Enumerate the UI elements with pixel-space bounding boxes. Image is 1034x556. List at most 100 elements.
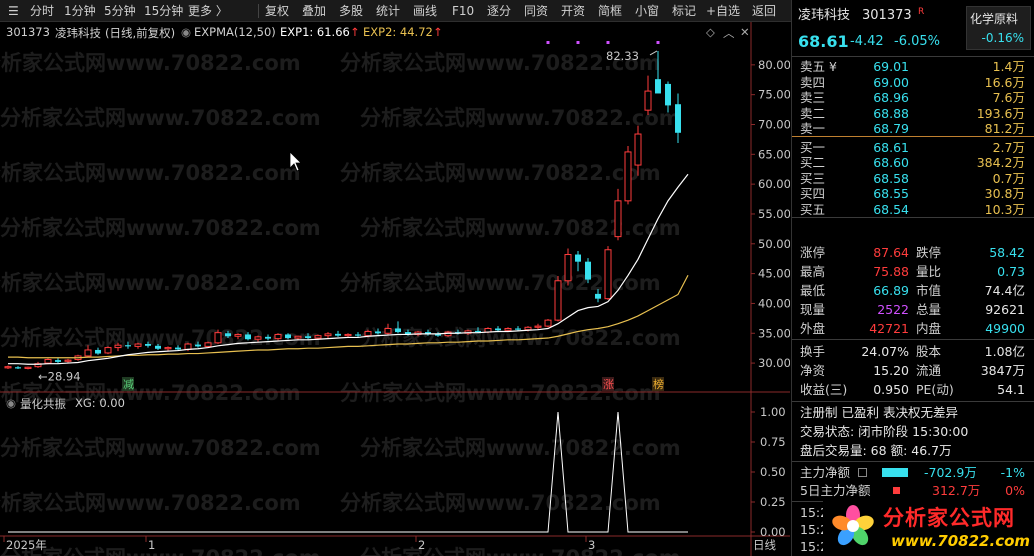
candle-body[interactable] (384, 327, 392, 334)
tab-5min[interactable]: 5分钟 (104, 0, 136, 22)
candle-body[interactable] (195, 344, 201, 347)
event-tag-bang[interactable]: 榜 (653, 377, 664, 391)
event-tag-zhang[interactable]: 涨 (603, 378, 614, 391)
candle-body[interactable] (554, 280, 562, 321)
candle-body[interactable] (254, 336, 262, 340)
candle-body[interactable] (644, 90, 652, 111)
candle-body[interactable] (305, 336, 311, 339)
candle-body[interactable] (225, 333, 231, 337)
tab-15min[interactable]: 15分钟 (144, 0, 183, 22)
btn-jiankuang[interactable]: 简框 (598, 0, 622, 22)
chevron-up-icon[interactable]: ︿ (723, 25, 735, 41)
candle-body[interactable] (375, 331, 381, 334)
candle-body[interactable] (274, 333, 282, 340)
candle-body[interactable] (585, 261, 591, 280)
candle-body[interactable] (515, 328, 521, 330)
kline-chart-svg[interactable]: 分析家公式网www.70822.com 分析家公式网www.70822.com 分析… (0, 22, 790, 556)
candle-body[interactable] (604, 249, 612, 300)
candle-body[interactable] (344, 333, 352, 337)
candle-body[interactable] (245, 334, 251, 340)
price-tick-label: 40.00 (758, 296, 790, 310)
btn-fuquan[interactable]: 复权 (265, 0, 289, 22)
candle-body[interactable] (634, 133, 642, 166)
time-axis-period[interactable]: 日线 (753, 538, 776, 552)
sub-legend-name[interactable]: 量化共振 (20, 396, 66, 412)
candle-body[interactable] (55, 360, 61, 362)
candle-body[interactable] (475, 330, 481, 333)
candle-body[interactable] (544, 319, 552, 327)
logo-url: www.70822.com (891, 532, 1031, 550)
toolbar-menu-icon[interactable]: ☰ (8, 0, 19, 22)
candle-body[interactable] (504, 327, 512, 331)
tab-1min[interactable]: 1分钟 (64, 0, 96, 22)
price-change-pct: -6.05% (894, 34, 940, 49)
candle-body[interactable] (234, 333, 242, 337)
candle-body[interactable] (175, 347, 181, 350)
btn-tongji[interactable]: 统计 (376, 0, 400, 22)
candle-body[interactable] (614, 200, 622, 238)
candle-body[interactable] (134, 343, 142, 347)
candle-body[interactable] (324, 333, 332, 337)
candle-body[interactable] (285, 334, 291, 339)
btn-huaxian[interactable]: 画线 (413, 0, 437, 22)
candle-body[interactable] (24, 366, 32, 369)
candle-body[interactable] (214, 332, 222, 344)
legend-settings-icon[interactable]: ◉ (181, 25, 191, 39)
stats-row: 净资 15.20 流通 3847万 (800, 363, 1025, 378)
candle-body[interactable] (44, 359, 52, 364)
btn-kaizi[interactable]: 开资 (561, 0, 585, 22)
candle-body[interactable] (95, 349, 101, 354)
candle-body[interactable] (204, 342, 212, 347)
legend-period[interactable]: (日线,前复权) (105, 25, 175, 41)
candle-body[interactable] (184, 343, 192, 350)
main-flow-detail-icon[interactable] (858, 468, 867, 477)
btn-diejia[interactable]: 叠加 (302, 0, 326, 22)
candle-body[interactable] (294, 335, 302, 339)
candle-body[interactable] (675, 104, 681, 133)
candle-body[interactable] (335, 333, 341, 336)
btn-add-watchlist[interactable]: +自选 (706, 0, 740, 22)
event-tag-jian[interactable]: 减 (123, 378, 134, 391)
candle-body[interactable] (364, 330, 372, 337)
candle-body[interactable] (84, 349, 92, 357)
candle-body[interactable] (624, 151, 632, 202)
btn-tongzi[interactable]: 同资 (524, 0, 548, 22)
candle-body[interactable] (125, 345, 131, 347)
kline-chart-area[interactable]: 分析家公式网www.70822.com 分析家公式网www.70822.com 分析… (0, 22, 790, 556)
candle-body[interactable] (15, 367, 21, 369)
candle-body[interactable] (575, 254, 581, 262)
btn-back[interactable]: 返回 (752, 0, 776, 22)
tab-more[interactable]: 更多 〉 (188, 0, 228, 22)
candle-body[interactable] (4, 366, 12, 369)
price-row: 68.61 -4.42 -6.05% (792, 32, 1034, 54)
candle-body[interactable] (495, 328, 501, 331)
candle-body[interactable] (395, 328, 401, 333)
btn-f10[interactable]: F10 (452, 0, 474, 22)
main-flow-row[interactable]: 主力净额 -702.9万 -1% (792, 463, 1034, 482)
sub-tick-label: 0.25 (760, 495, 786, 509)
btn-zhufen[interactable]: 逐分 (487, 0, 511, 22)
close-icon[interactable]: ✕ (740, 25, 750, 39)
candle-body[interactable] (524, 326, 532, 331)
candle-body[interactable] (164, 347, 172, 350)
candle-body[interactable] (155, 345, 161, 349)
tab-fenshi[interactable]: 分时 (30, 0, 54, 22)
candle-body[interactable] (534, 325, 542, 328)
candle-body[interactable] (104, 347, 112, 354)
candle-body[interactable] (655, 79, 661, 94)
sub-settings-icon[interactable]: ◉ (6, 396, 16, 410)
diamond-icon[interactable]: ◇ (706, 25, 715, 39)
candle-body[interactable] (355, 334, 361, 336)
legend-indicator[interactable]: EXPMA(12,50) (194, 25, 276, 39)
candle-body[interactable] (314, 335, 322, 339)
candle-body[interactable] (145, 344, 151, 346)
candle-body[interactable] (564, 254, 572, 282)
btn-duogu[interactable]: 多股 (339, 0, 363, 22)
candle-body[interactable] (595, 293, 601, 299)
btn-xiaochuang[interactable]: 小窗 (635, 0, 659, 22)
candle-body[interactable] (114, 344, 122, 349)
btn-biaoji[interactable]: 标记 (672, 0, 696, 22)
candle-body[interactable] (665, 83, 671, 106)
candle-body[interactable] (64, 359, 72, 362)
candle-body[interactable] (265, 336, 271, 339)
